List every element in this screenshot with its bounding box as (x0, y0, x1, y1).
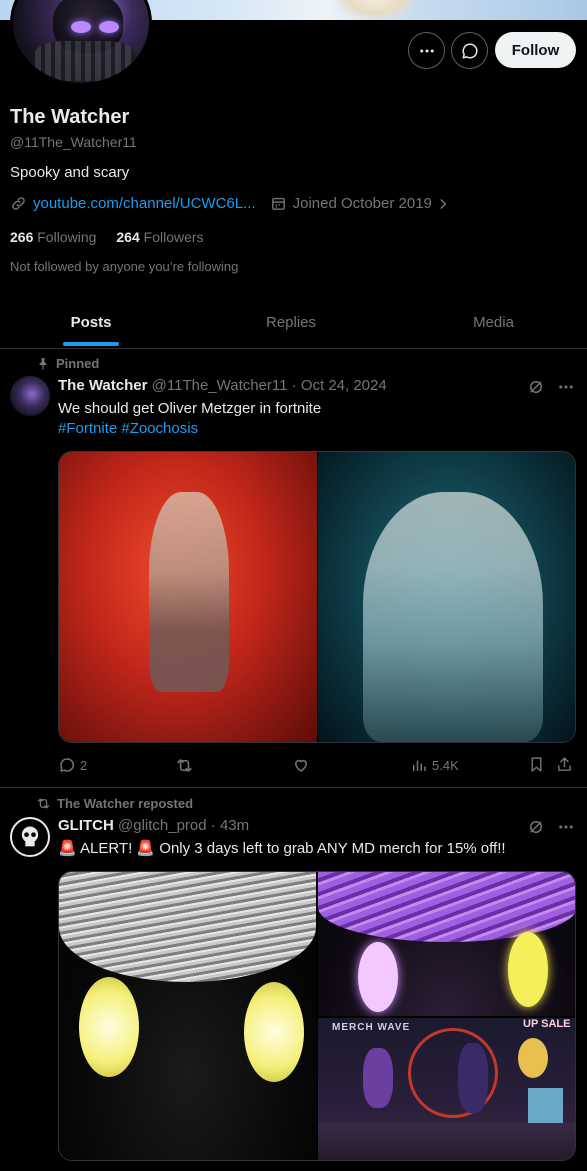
follow-counts: 266 Following 264 Followers (10, 229, 204, 245)
bookmark-icon (531, 757, 542, 772)
post-divider (0, 787, 587, 788)
repost-button[interactable] (175, 756, 194, 775)
merch-banner-right: UP SALE (523, 1018, 571, 1030)
figure-yellow (518, 1038, 548, 1078)
pinned-label: Pinned (56, 356, 100, 371)
message-icon (462, 42, 478, 58)
media-image-robot-purple[interactable] (318, 872, 575, 1016)
profile-meta: youtube.com/channel/UCWC6L... Joined Oct… (10, 195, 450, 212)
link-icon (12, 197, 25, 210)
avatar-eye-left (71, 21, 91, 33)
yellow-eye-right (508, 932, 548, 1007)
views-button[interactable]: 5.4K (410, 756, 459, 774)
post-author[interactable]: GLITCH (58, 817, 114, 834)
pinned-context: Pinned (36, 356, 99, 371)
media-image-robot-left[interactable] (59, 872, 316, 1160)
post-text: We should get Oliver Metzger in fortnite (58, 400, 322, 417)
following-link[interactable]: 266 Following (10, 229, 96, 245)
repost-icon (37, 798, 50, 809)
figure-shape (149, 492, 229, 692)
merch-banner-left: MERCH WAVE (332, 1022, 411, 1033)
post-top-icons (527, 818, 575, 836)
more-options-button[interactable] (408, 32, 445, 69)
calendar-icon (271, 197, 285, 210)
followers-link[interactable]: 264 Followers (116, 229, 203, 245)
profile-tabs: Posts Replies Media (0, 296, 587, 349)
purple-hair-shape (318, 872, 575, 942)
avatar-eye-right (99, 21, 119, 33)
figure-dark (458, 1043, 488, 1113)
repost-context: The Watcher reposted (36, 796, 193, 811)
not-followed-note: Not followed by anyone you’re following (10, 259, 239, 274)
profile-bio: Spooky and scary (10, 164, 130, 181)
post-media[interactable] (58, 451, 576, 743)
post-header: GLITCH @glitch_prod · 43m (58, 817, 249, 834)
robot-eye-left (79, 977, 139, 1077)
following-label: Following (37, 229, 97, 245)
post-actions: 2 5.4K (58, 756, 576, 780)
media-image-teal[interactable] (318, 452, 575, 742)
tab-posts[interactable]: Posts (0, 296, 182, 348)
reply-icon (60, 758, 74, 772)
like-button[interactable] (292, 756, 310, 774)
profile-handle: @11The_Watcher11 (10, 134, 137, 150)
post-author[interactable]: The Watcher (58, 377, 147, 394)
profile-joined[interactable]: Joined October 2019 (293, 195, 432, 212)
profile-name: The Watcher (10, 106, 130, 128)
post-header: The Watcher @11The_Watcher11 · Oct 24, 2… (58, 377, 387, 394)
post-avatar[interactable] (10, 376, 50, 416)
post-top-icons (527, 378, 575, 396)
profile-avatar[interactable] (10, 0, 152, 86)
followers-label: Followers (143, 229, 204, 245)
figure-shape (363, 492, 543, 742)
post-media[interactable]: MERCH WAVE UP SALE (58, 871, 576, 1161)
grok-icon[interactable] (527, 378, 545, 396)
reply-count: 2 (80, 757, 88, 773)
share-button[interactable] (556, 756, 573, 773)
post-hashtags[interactable]: #Fortnite #Zoochosis (58, 419, 198, 439)
post-handle-time[interactable]: @glitch_prod · 43m (118, 817, 249, 834)
like-icon (295, 759, 307, 772)
repost-label[interactable]: The Watcher reposted (57, 796, 193, 811)
hair-shape (59, 872, 316, 982)
media-image-merch[interactable]: MERCH WAVE UP SALE (318, 1018, 575, 1160)
banner-figure (335, 0, 415, 20)
reply-button[interactable]: 2 (58, 756, 87, 774)
repost-icon (177, 759, 192, 772)
active-tab-indicator (63, 342, 119, 346)
views-icon (413, 760, 426, 771)
post-handle-time[interactable]: @11The_Watcher11 · Oct 24, 2024 (152, 377, 387, 394)
chevron-right-icon[interactable] (436, 197, 450, 211)
grok-icon[interactable] (527, 818, 545, 836)
tab-media[interactable]: Media (400, 296, 587, 348)
profile-link[interactable]: youtube.com/channel/UCWC6L... (33, 195, 256, 212)
merch-table (318, 1123, 575, 1160)
more-icon[interactable] (557, 378, 575, 396)
follow-button[interactable]: Follow (495, 32, 576, 68)
figure-purple (363, 1048, 393, 1108)
pin-icon (39, 357, 47, 370)
purple-eye-left (358, 942, 398, 1012)
glitch-avatar[interactable] (10, 817, 50, 857)
following-count: 266 (10, 229, 34, 245)
bookmark-button[interactable] (528, 756, 545, 773)
avatar-mech (35, 41, 135, 81)
post-text: 🚨 ALERT! 🚨 Only 3 days left to grab ANY … (58, 840, 506, 857)
more-icon (419, 49, 434, 52)
view-count: 5.4K (432, 757, 459, 773)
robot-eye-right (244, 982, 304, 1082)
more-icon[interactable] (557, 818, 575, 836)
skull-logo-icon (21, 826, 39, 847)
grok-button[interactable] (451, 32, 488, 69)
share-icon (558, 757, 571, 771)
tab-replies[interactable]: Replies (195, 296, 387, 348)
media-image-red[interactable] (59, 452, 317, 742)
followers-count: 264 (116, 229, 140, 245)
